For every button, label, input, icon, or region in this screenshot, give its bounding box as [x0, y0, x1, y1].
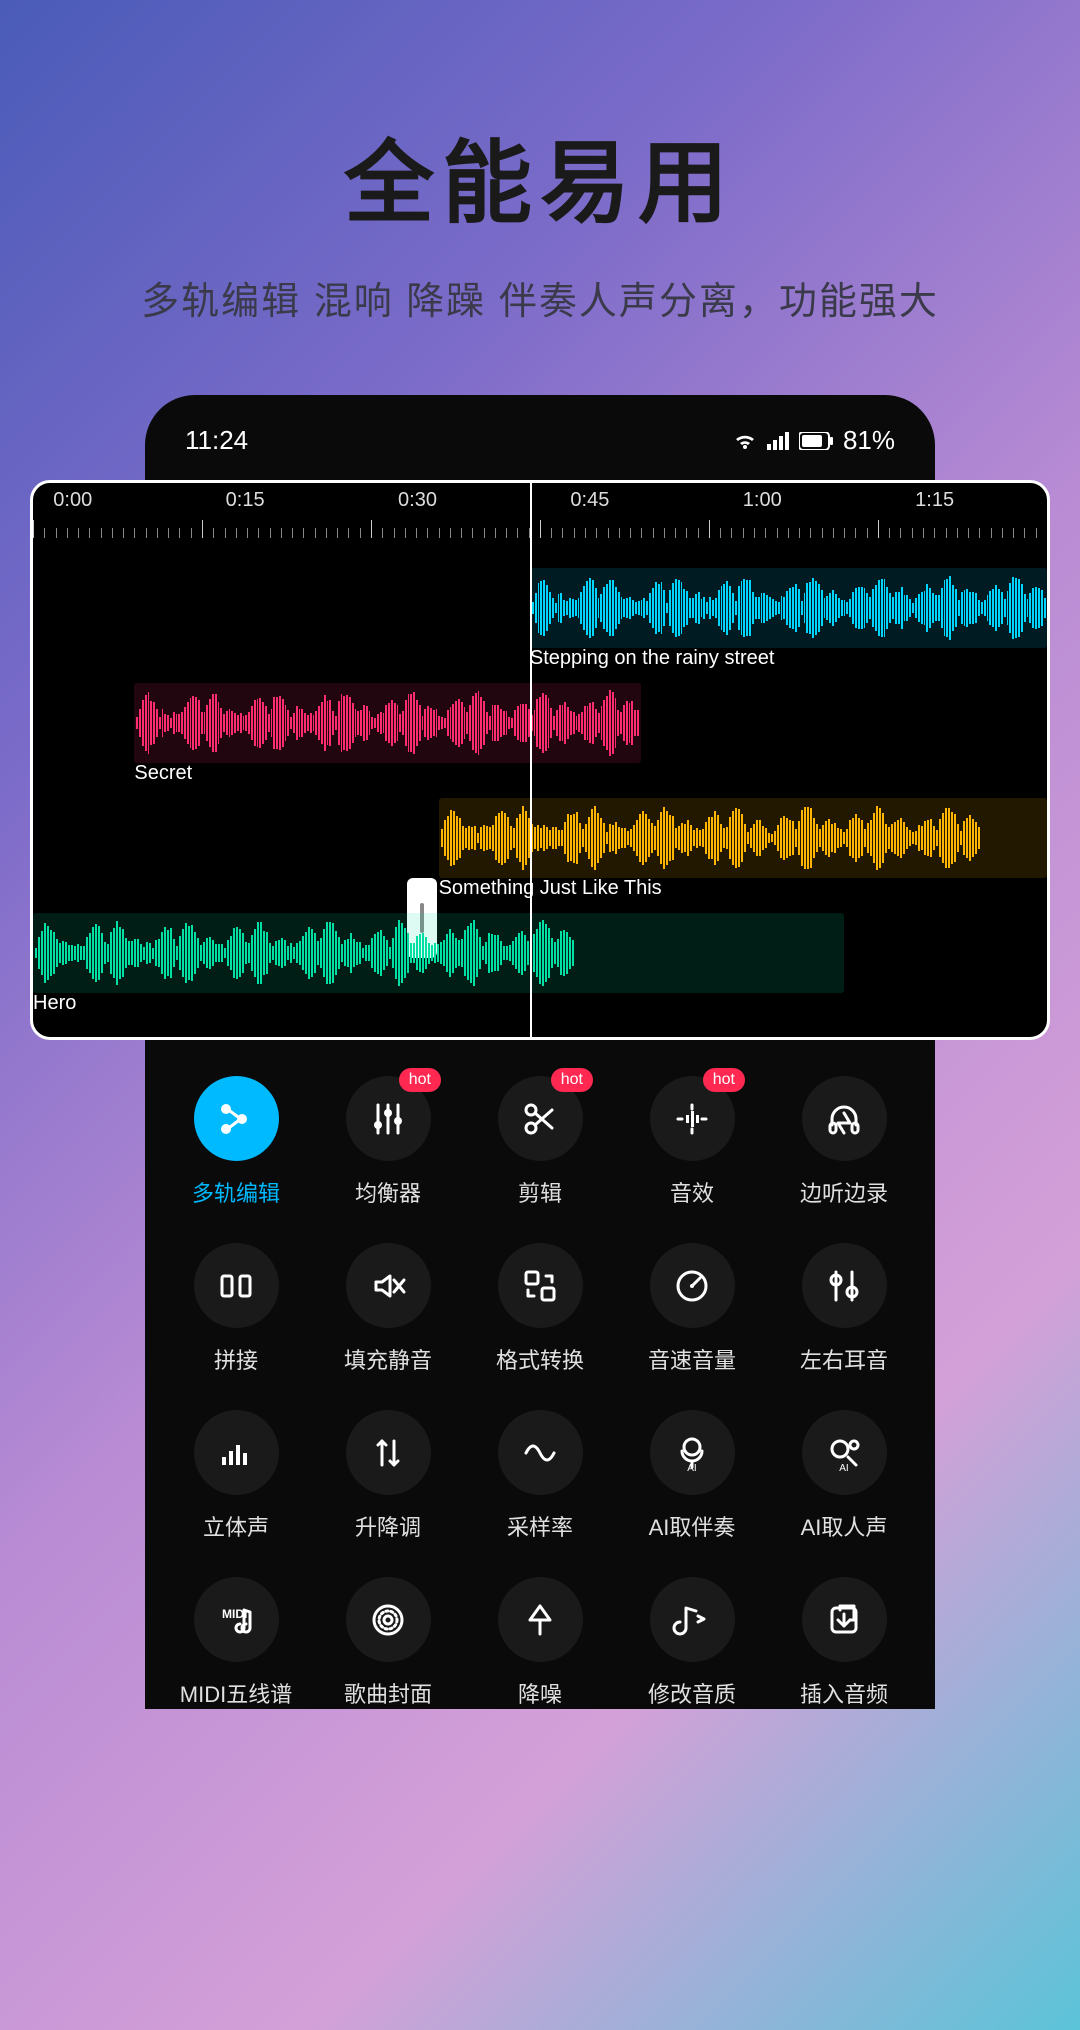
tool-multitrack[interactable]: 多轨编辑: [165, 1076, 307, 1208]
track-label: Something Just Like This: [439, 877, 662, 900]
hot-badge: hot: [399, 1068, 441, 1092]
status-battery: 81%: [843, 425, 895, 456]
battery-icon: [799, 432, 833, 450]
tool-label: 立体声: [165, 1510, 307, 1542]
ruler-label: 0:15: [226, 489, 265, 512]
ruler-label: 1:00: [743, 489, 782, 512]
status-bar: 11:24 81%: [145, 425, 935, 481]
quality-icon: [650, 1577, 735, 1662]
tool-midi[interactable]: MIDI MIDI五线谱: [165, 1577, 307, 1709]
status-time: 11:24: [185, 425, 248, 456]
track-label: Hero: [33, 992, 76, 1015]
insert-icon: [802, 1577, 887, 1662]
track-label: Stepping on the rainy street: [530, 647, 775, 670]
tool-sample[interactable]: 采样率: [469, 1410, 611, 1542]
stereo-slider-icon: [802, 1243, 887, 1328]
multitrack-icon: [194, 1076, 279, 1161]
tool-headphones[interactable]: 边听边录: [773, 1076, 915, 1208]
tool-label: MIDI五线谱: [165, 1677, 307, 1709]
tool-label: 音效: [621, 1176, 763, 1208]
convert-icon: [498, 1243, 583, 1328]
tool-label: AI取人声: [773, 1510, 915, 1542]
hot-badge: hot: [551, 1068, 593, 1092]
playhead[interactable]: [530, 483, 532, 1037]
ai-mic-icon: AI: [650, 1410, 735, 1495]
ruler-label: 0:00: [53, 489, 92, 512]
tool-label: 格式转换: [469, 1343, 611, 1375]
hero-subtitle: 多轨编辑 混响 降躁 伴奏人声分离，功能强大: [0, 270, 1080, 325]
midi-icon: MIDI: [194, 1577, 279, 1662]
disc-icon: [346, 1577, 431, 1662]
tools-panel: 多轨编辑hot均衡器hot剪辑hot音效边听边录拼接填充静音格式转换音速音量左右…: [145, 1046, 935, 1709]
timeline-panel[interactable]: 0:00 0:15 0:30 0:45 1:00 1:15 Stepping on the…: [30, 480, 1050, 1040]
timeline-ruler[interactable]: 0:00 0:15 0:30 0:45 1:00 1:15: [33, 483, 1047, 538]
bars-icon: [194, 1410, 279, 1495]
tool-label: 均衡器: [317, 1176, 459, 1208]
tool-label: 歌曲封面: [317, 1677, 459, 1709]
tool-label: 多轨编辑: [165, 1176, 307, 1208]
headphones-icon: [802, 1076, 887, 1161]
pitch-icon: [346, 1410, 431, 1495]
tool-quality[interactable]: 修改音质: [621, 1577, 763, 1709]
tool-ai-voice[interactable]: AI AI取人声: [773, 1410, 915, 1542]
tool-pitch[interactable]: 升降调: [317, 1410, 459, 1542]
tool-label: 剪辑: [469, 1176, 611, 1208]
mute-icon: [346, 1243, 431, 1328]
tool-stereo-slider[interactable]: 左右耳音: [773, 1243, 915, 1375]
tool-label: 拼接: [165, 1343, 307, 1375]
tool-insert[interactable]: 插入音频: [773, 1577, 915, 1709]
ruler-label: 1:15: [915, 489, 954, 512]
tool-label: 降噪: [469, 1677, 611, 1709]
tool-gauge[interactable]: 音速音量: [621, 1243, 763, 1375]
signal-icon: [767, 432, 789, 450]
audio-track[interactable]: Stepping on the rainy street: [530, 568, 1047, 648]
tool-label: 插入音频: [773, 1677, 915, 1709]
tool-label: 填充静音: [317, 1343, 459, 1375]
hot-badge: hot: [703, 1068, 745, 1092]
tool-label: 音速音量: [621, 1343, 763, 1375]
tool-label: 左右耳音: [773, 1343, 915, 1375]
tool-label: 采样率: [469, 1510, 611, 1542]
tool-bars[interactable]: 立体声: [165, 1410, 307, 1542]
tool-label: 升降调: [317, 1510, 459, 1542]
tool-label: 修改音质: [621, 1677, 763, 1709]
svg-text:AI: AI: [839, 1463, 848, 1474]
ai-voice-icon: AI: [802, 1410, 887, 1495]
tool-splice[interactable]: 拼接: [165, 1243, 307, 1375]
sample-icon: [498, 1410, 583, 1495]
tool-scissors[interactable]: hot剪辑: [469, 1076, 611, 1208]
tool-label: 边听边录: [773, 1176, 915, 1208]
tool-ai-mic[interactable]: AI AI取伴奏: [621, 1410, 763, 1542]
tool-mute[interactable]: 填充静音: [317, 1243, 459, 1375]
hero-title: 全能易用: [0, 110, 1080, 240]
track-label: Secret: [134, 762, 192, 785]
tool-soundfx[interactable]: hot音效: [621, 1076, 763, 1208]
tool-denoise[interactable]: 降噪: [469, 1577, 611, 1709]
tool-equalizer[interactable]: hot均衡器: [317, 1076, 459, 1208]
audio-track[interactable]: Hero: [33, 913, 844, 993]
ruler-label: 0:30: [398, 489, 437, 512]
tool-label: AI取伴奏: [621, 1510, 763, 1542]
gauge-icon: [650, 1243, 735, 1328]
svg-text:AI: AI: [687, 1463, 696, 1474]
phone-frame: 11:24 81% 0:000:150:300:451:001:15 Stepp…: [145, 395, 935, 1709]
denoise-icon: [498, 1577, 583, 1662]
ruler-label: 0:45: [570, 489, 609, 512]
wifi-icon: [733, 431, 757, 451]
tool-convert[interactable]: 格式转换: [469, 1243, 611, 1375]
tool-disc[interactable]: 歌曲封面: [317, 1577, 459, 1709]
splice-icon: [194, 1243, 279, 1328]
audio-track[interactable]: Secret: [134, 683, 641, 763]
